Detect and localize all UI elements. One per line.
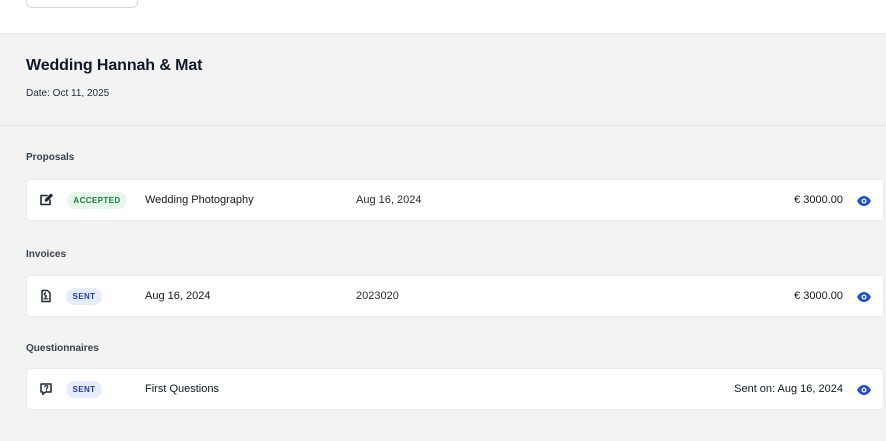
eye-icon[interactable] bbox=[856, 382, 872, 398]
invoice-icon bbox=[41, 289, 51, 303]
proposal-row[interactable]: ACCEPTED Wedding Photography Aug 16, 202… bbox=[26, 179, 884, 221]
question-icon bbox=[40, 383, 52, 396]
edit-icon bbox=[40, 193, 53, 206]
invoice-date: Aug 16, 2024 bbox=[145, 290, 211, 302]
eye-icon[interactable] bbox=[856, 289, 872, 305]
questionnaire-row[interactable]: SENT First Questions Sent on: Aug 16, 20… bbox=[26, 368, 884, 410]
status-badge-accepted: ACCEPTED bbox=[67, 192, 127, 209]
proposal-date: Aug 16, 2024 bbox=[356, 194, 422, 206]
status-badge-sent: SENT bbox=[66, 381, 102, 398]
status-badge-sent: SENT bbox=[66, 288, 102, 305]
questionnaire-sent-date: Sent on: Aug 16, 2024 bbox=[734, 383, 843, 395]
invoice-number: 2023020 bbox=[356, 290, 399, 302]
event-header: Wedding Hannah & Mat Date: Oct 11, 2025 bbox=[0, 34, 886, 126]
top-action-button[interactable] bbox=[26, 0, 138, 8]
top-bar bbox=[0, 0, 886, 34]
eye-icon[interactable] bbox=[856, 193, 872, 209]
questionnaire-name: First Questions bbox=[145, 383, 219, 395]
proposal-amount: € 3000.00 bbox=[794, 194, 843, 206]
event-date: Date: Oct 11, 2025 bbox=[26, 88, 110, 99]
section-title-questionnaires: Questionnaires bbox=[26, 343, 99, 354]
invoice-amount: € 3000.00 bbox=[794, 290, 843, 302]
proposal-name: Wedding Photography bbox=[145, 194, 254, 206]
section-title-invoices: Invoices bbox=[26, 249, 67, 260]
section-title-proposals: Proposals bbox=[26, 152, 75, 163]
invoice-row[interactable]: SENT Aug 16, 2024 2023020 € 3000.00 bbox=[26, 275, 884, 317]
event-title: Wedding Hannah & Mat bbox=[26, 57, 203, 74]
